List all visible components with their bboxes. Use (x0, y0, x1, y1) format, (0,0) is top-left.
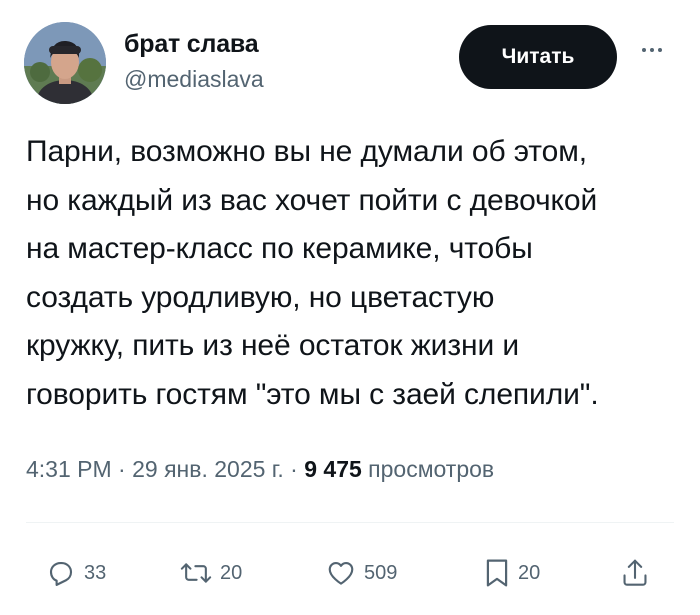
like-button[interactable]: 509 (326, 548, 397, 598)
tweet-text-line: говорить гостям "это мы с заей слепили". (26, 377, 599, 411)
avatar-image (24, 22, 106, 104)
bookmark-icon (486, 559, 508, 587)
action-bar: 33 20 509 20 (0, 548, 700, 598)
views-count: 9 475 (304, 456, 362, 482)
bookmark-button[interactable]: 20 (484, 548, 540, 598)
more-dot (650, 48, 654, 52)
tweet-text-line: Парни, возможно вы не думали об этом, (26, 135, 587, 168)
tweet-text-line: создать уродливую, но цветастую (26, 280, 495, 314)
repost-button[interactable]: 20 (180, 548, 242, 598)
reply-count: 33 (84, 561, 107, 584)
bookmark-count: 20 (518, 561, 541, 584)
tweet-date[interactable]: 29 янв. 2025 г. (132, 456, 284, 482)
repost-count: 20 (220, 561, 243, 584)
more-dot (642, 48, 646, 52)
share-button[interactable] (620, 548, 650, 598)
views-label: просмотров (368, 456, 495, 482)
meta-separator: · (118, 456, 126, 482)
more-options-icon[interactable] (632, 36, 672, 64)
author-handle[interactable]: @mediaslava (124, 66, 264, 93)
like-count: 509 (364, 561, 398, 584)
tweet-text: Парни, возможно вы не думали об этом, но… (26, 128, 686, 419)
author-avatar[interactable] (24, 22, 106, 104)
reply-button[interactable]: 33 (46, 548, 106, 598)
tweet-meta: 4:31 PM · 29 янв. 2025 г. · 9 475 просмо… (26, 456, 494, 483)
divider (26, 522, 674, 523)
reply-icon (49, 561, 73, 586)
more-dot (658, 48, 662, 52)
tweet-time[interactable]: 4:31 PM (26, 456, 112, 482)
tweet-header: брат слава @mediaslava Читать (0, 0, 700, 120)
share-icon (623, 559, 647, 586)
tweet-text-line: но каждый из вас хочет пойти с девочкой (26, 183, 598, 217)
author-display-name[interactable]: брат слава (124, 30, 259, 59)
tweet-text-line: на мастер-класс по керамике, чтобы (26, 232, 533, 265)
repost-icon (180, 563, 212, 583)
read-button[interactable]: Читать (459, 25, 617, 89)
heart-icon (328, 561, 354, 585)
tweet-text-line: кружку, пить из неё остаток жизни и (26, 329, 519, 362)
meta-separator: · (290, 456, 298, 482)
